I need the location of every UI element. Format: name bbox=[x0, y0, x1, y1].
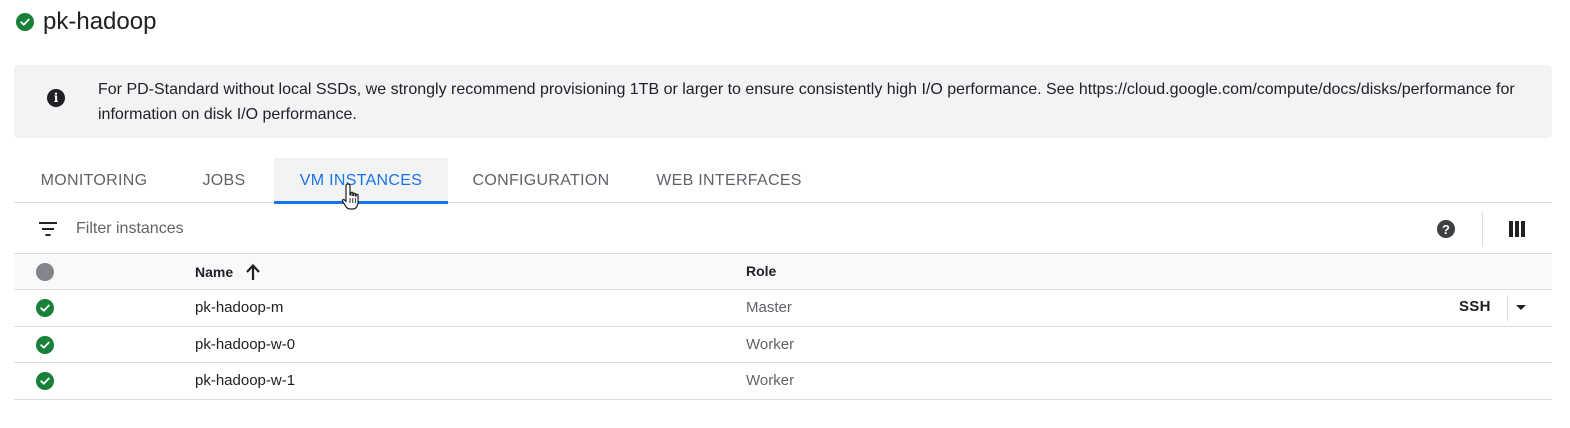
info-icon: i bbox=[47, 89, 65, 107]
table-row: pk-hadoop-w-1 Worker bbox=[14, 363, 1552, 400]
table-header: Name Role bbox=[14, 254, 1552, 290]
tab-configuration[interactable]: CONFIGURATION bbox=[448, 158, 634, 203]
toolbar-divider bbox=[1482, 212, 1483, 246]
tab-web-interfaces[interactable]: WEB INTERFACES bbox=[634, 158, 824, 203]
ssh-divider bbox=[1507, 295, 1508, 321]
instance-role: Master bbox=[746, 299, 792, 316]
filter-icon[interactable] bbox=[39, 222, 57, 236]
check-circle-icon bbox=[36, 372, 54, 390]
caret-down-icon[interactable] bbox=[1516, 305, 1526, 310]
vm-instances-table: Name Role pk-hadoop-m Master SSH pk-hado… bbox=[14, 254, 1552, 400]
ssh-button[interactable]: SSH bbox=[1459, 298, 1491, 315]
instance-name-link[interactable]: pk-hadoop-m bbox=[195, 299, 283, 316]
check-circle-icon bbox=[16, 13, 34, 31]
status-column-icon bbox=[36, 263, 54, 281]
arrow-up-icon[interactable] bbox=[245, 263, 261, 281]
table-row: pk-hadoop-w-0 Worker bbox=[14, 327, 1552, 363]
help-icon[interactable]: ? bbox=[1437, 220, 1455, 238]
column-header-role[interactable]: Role bbox=[746, 263, 776, 279]
check-circle-icon bbox=[36, 335, 54, 354]
instance-name-link[interactable]: pk-hadoop-w-0 bbox=[195, 336, 295, 353]
check-circle-icon bbox=[36, 299, 54, 317]
filter-bar: ? bbox=[14, 204, 1552, 254]
info-banner: i For PD-Standard without local SSDs, we… bbox=[14, 65, 1552, 138]
page-header: pk-hadoop bbox=[16, 6, 156, 38]
instance-role: Worker bbox=[746, 335, 795, 353]
info-banner-message: For PD-Standard without local SSDs, we s… bbox=[98, 81, 1515, 123]
filter-instances-input[interactable] bbox=[76, 217, 676, 241]
instance-role: Worker bbox=[746, 372, 795, 389]
column-header-name[interactable]: Name bbox=[195, 263, 261, 281]
instance-name-link[interactable]: pk-hadoop-w-1 bbox=[195, 372, 295, 389]
column-display-options-icon[interactable] bbox=[1509, 221, 1525, 237]
table-row: pk-hadoop-m Master SSH bbox=[14, 290, 1552, 327]
column-header-name-label: Name bbox=[195, 264, 234, 280]
tab-monitoring[interactable]: MONITORING bbox=[14, 158, 174, 203]
page-title: pk-hadoop bbox=[43, 8, 157, 35]
tab-bar: MONITORING JOBS VM INSTANCES CONFIGURATI… bbox=[14, 158, 1552, 204]
tab-jobs[interactable]: JOBS bbox=[174, 158, 274, 203]
